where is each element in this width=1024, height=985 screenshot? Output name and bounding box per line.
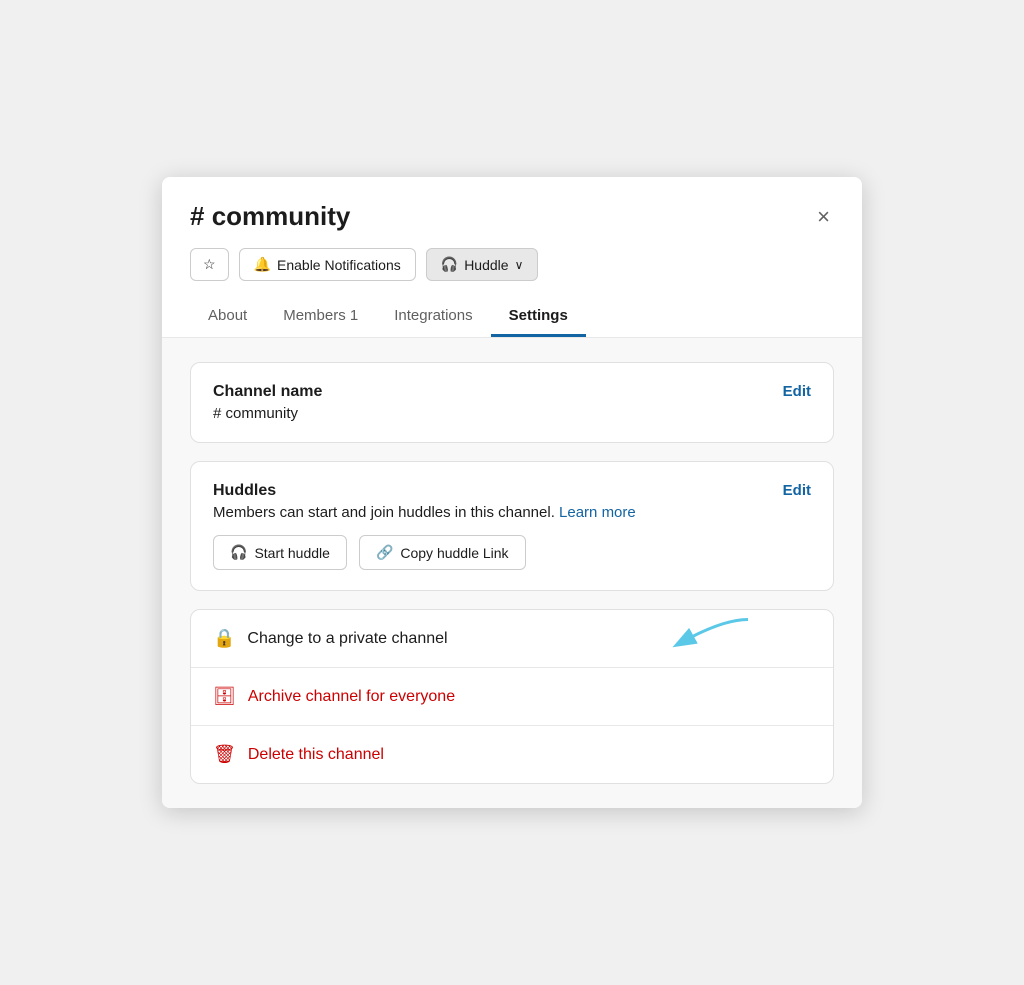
channel-name-card-title: Channel name — [213, 383, 322, 401]
change-to-private-label: Change to a private channel — [247, 630, 447, 648]
tab-members[interactable]: Members 1 — [265, 297, 376, 337]
huddle-description: Members can start and join huddles in th… — [213, 504, 811, 521]
tab-about[interactable]: About — [190, 297, 265, 337]
modal-body: Channel name # community Edit Huddles Ed… — [162, 338, 862, 808]
action-buttons-row: ☆ 🔔 Enable Notifications 🎧 Huddle ∨ — [190, 248, 834, 281]
delete-icon: 🗑 — [213, 744, 236, 765]
modal-header: # community × ☆ 🔔 Enable Notifications 🎧… — [162, 177, 862, 338]
change-to-private-row[interactable]: 🔒 Change to a private channel — [191, 610, 833, 668]
channel-name-card-value: # community — [213, 405, 322, 422]
lock-icon: 🔒 — [213, 628, 235, 649]
hash-symbol: # — [190, 201, 212, 231]
danger-section-card: 🔒 Change to a private channel 🗄 — [190, 609, 834, 784]
tab-settings[interactable]: Settings — [491, 297, 586, 337]
huddle-icon: 🎧 — [441, 256, 458, 273]
archive-channel-row[interactable]: 🗄 Archive channel for everyone — [191, 668, 833, 726]
copy-huddle-link-button[interactable]: 🔗 Copy huddle Link — [359, 535, 526, 570]
bell-icon: 🔔 — [254, 256, 271, 273]
delete-channel-row[interactable]: 🗑 Delete this channel — [191, 726, 833, 783]
huddle-label: Huddle — [464, 257, 508, 273]
channel-name-edit-button[interactable]: Edit — [783, 383, 811, 400]
chevron-down-icon: ∨ — [515, 258, 524, 272]
huddle-button[interactable]: 🎧 Huddle ∨ — [426, 248, 539, 281]
start-huddle-icon: 🎧 — [230, 544, 247, 561]
copy-link-icon: 🔗 — [376, 544, 393, 561]
delete-channel-label: Delete this channel — [248, 746, 384, 764]
channel-settings-modal: # community × ☆ 🔔 Enable Notifications 🎧… — [162, 177, 862, 808]
tabs-row: About Members 1 Integrations Settings — [190, 297, 834, 337]
start-huddle-button[interactable]: 🎧 Start huddle — [213, 535, 347, 570]
star-button[interactable]: ☆ — [190, 248, 229, 281]
tab-integrations[interactable]: Integrations — [376, 297, 490, 337]
close-button[interactable]: × — [813, 202, 834, 232]
huddles-header-row: Huddles Edit — [213, 482, 811, 504]
huddle-action-buttons: 🎧 Start huddle 🔗 Copy huddle Link — [213, 535, 811, 570]
arrow-annotation — [663, 611, 753, 666]
archive-channel-label: Archive channel for everyone — [248, 688, 455, 706]
start-huddle-label: Start huddle — [254, 545, 330, 561]
learn-more-link[interactable]: Learn more — [559, 504, 636, 521]
huddle-description-text: Members can start and join huddles in th… — [213, 504, 555, 521]
star-icon: ☆ — [203, 256, 216, 273]
huddles-edit-button[interactable]: Edit — [783, 482, 811, 499]
enable-notifications-button[interactable]: 🔔 Enable Notifications — [239, 248, 416, 281]
enable-notifications-label: Enable Notifications — [277, 257, 401, 273]
archive-icon: 🗄 — [213, 686, 236, 707]
channel-title: # community — [190, 201, 350, 232]
huddles-card-title: Huddles — [213, 482, 276, 500]
channel-name-info: Channel name # community — [213, 383, 322, 422]
channel-name-text: community — [212, 201, 351, 231]
huddles-card: Huddles Edit Members can start and join … — [190, 461, 834, 591]
channel-name-card: Channel name # community Edit — [190, 362, 834, 443]
copy-huddle-link-label: Copy huddle Link — [400, 545, 508, 561]
channel-name-header-row: Channel name # community Edit — [213, 383, 811, 422]
title-row: # community × — [190, 201, 834, 232]
